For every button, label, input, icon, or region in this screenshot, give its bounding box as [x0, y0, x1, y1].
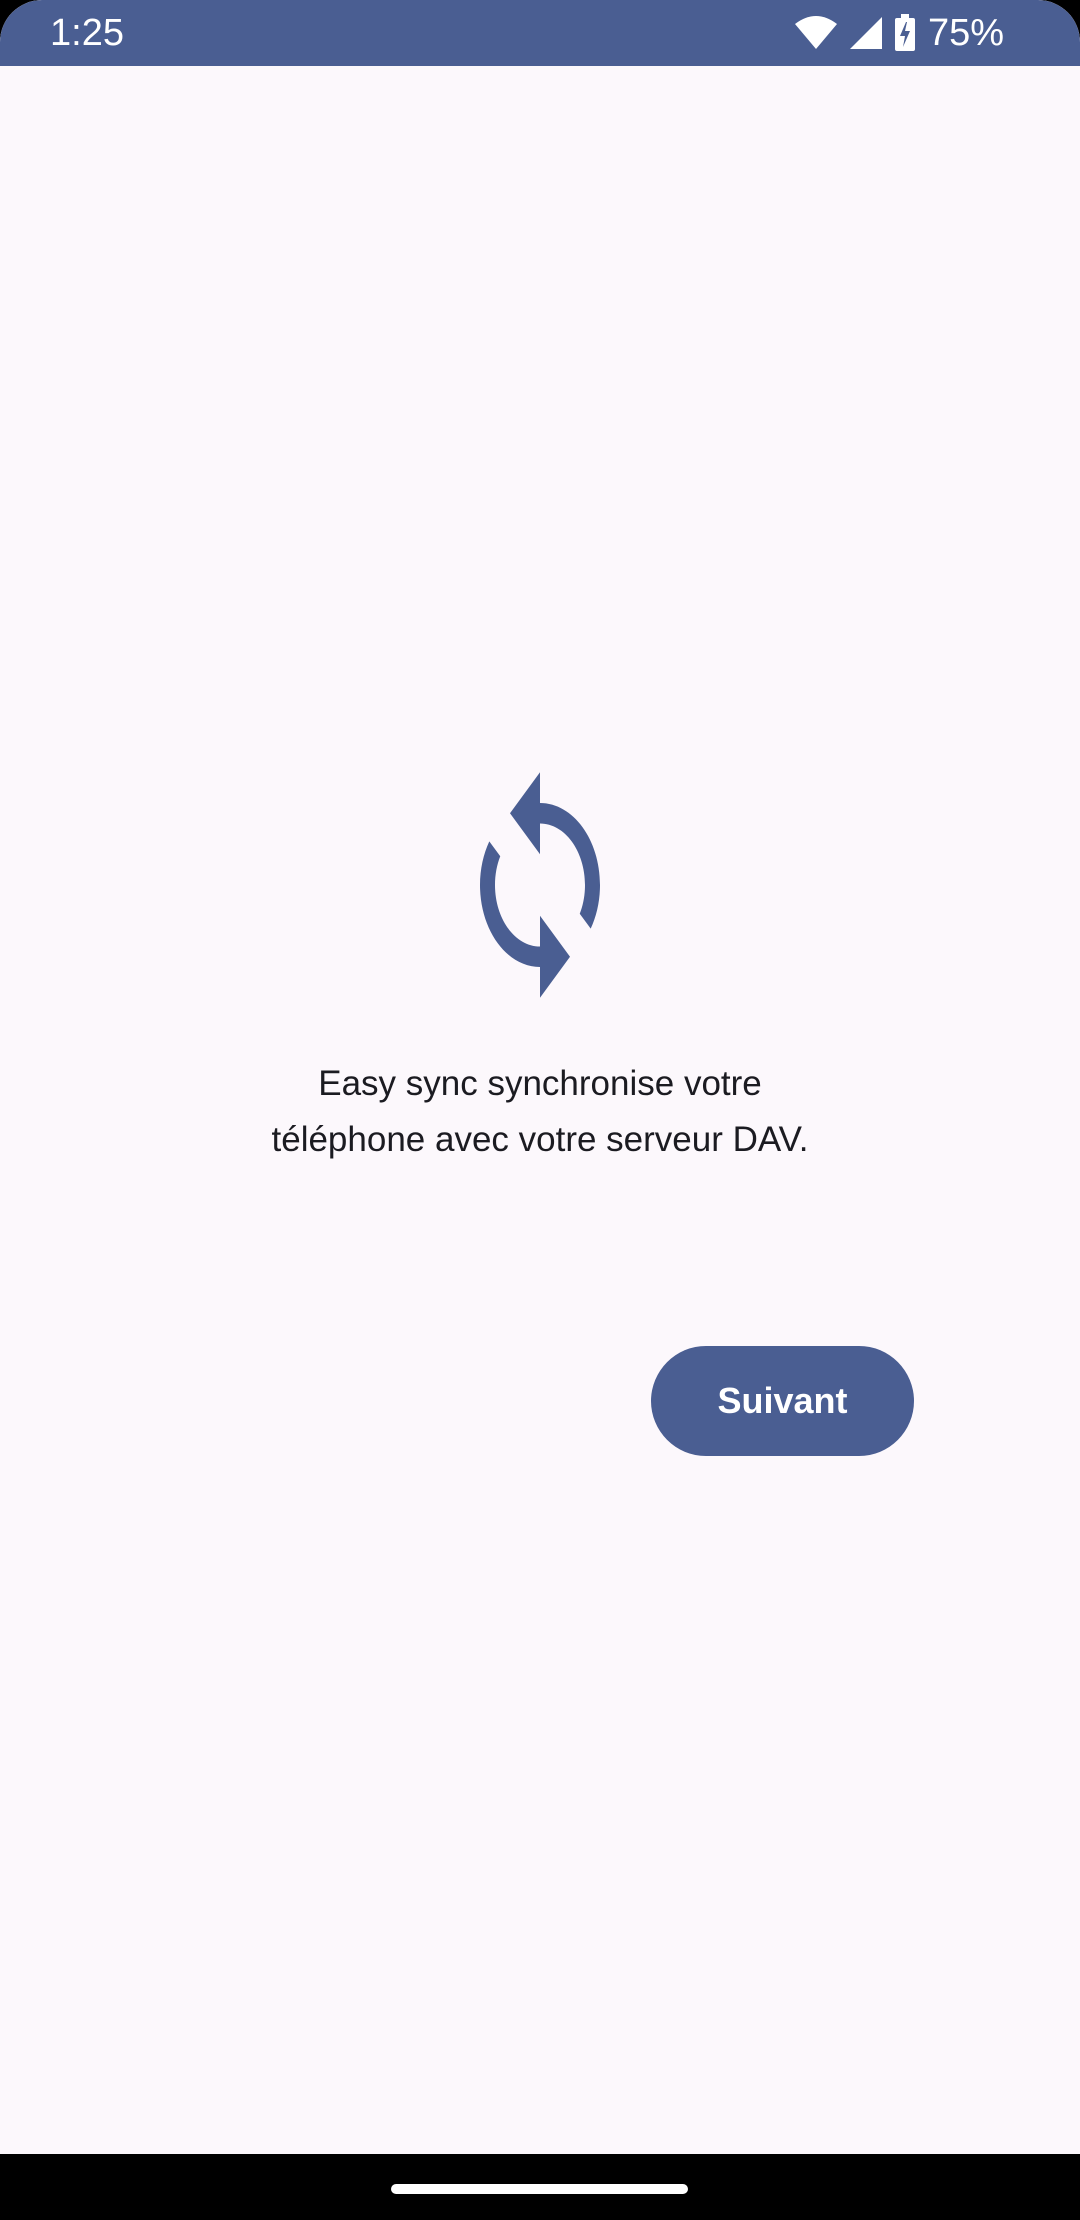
sync-icon [480, 772, 600, 998]
intro-text: Easy sync synchronise votre téléphone av… [160, 1056, 920, 1168]
home-gesture-handle[interactable] [391, 2184, 688, 2194]
wifi-icon [794, 16, 838, 50]
intro-line-2: téléphone avec votre serveur DAV. [271, 1120, 809, 1159]
cellular-signal-icon [848, 16, 884, 50]
intro-line-1: Easy sync synchronise votre [318, 1064, 762, 1103]
status-time: 1:25 [50, 12, 124, 54]
next-button[interactable]: Suivant [651, 1346, 914, 1456]
app-screen: 1:25 75% Easy sync synchronise votre tél… [0, 0, 1080, 2220]
battery-percentage: 75% [927, 12, 1004, 54]
battery-charging-icon [894, 14, 916, 52]
welcome-page: Easy sync synchronise votre téléphone av… [0, 66, 1080, 2154]
status-bar: 1:25 75% [0, 0, 1080, 66]
navigation-bar [0, 2154, 1080, 2220]
status-icons: 75% [794, 10, 1004, 56]
